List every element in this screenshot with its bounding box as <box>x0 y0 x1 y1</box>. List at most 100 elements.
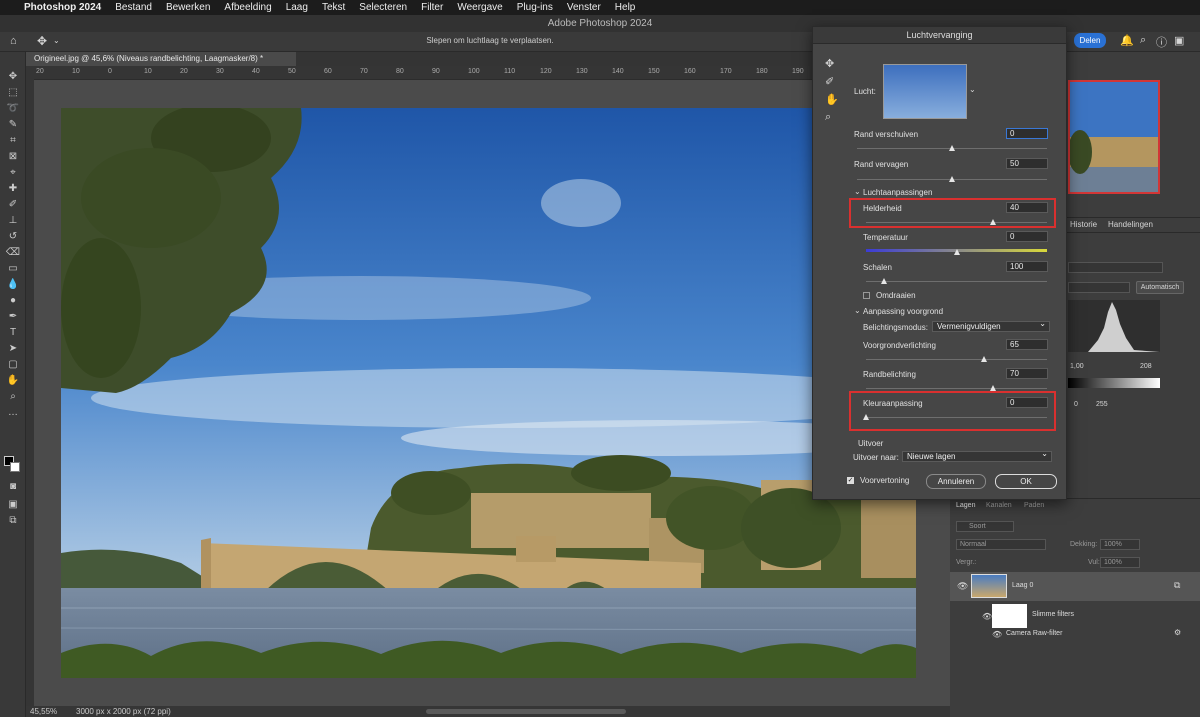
ok-button[interactable]: OK <box>995 474 1057 489</box>
screen-mode-icon[interactable]: ▣ <box>5 498 21 512</box>
home-icon[interactable]: ⌂ <box>10 35 17 47</box>
fill-field[interactable]: 100% <box>1100 557 1140 568</box>
sky-move-tool-icon[interactable]: ✥ <box>825 57 834 70</box>
bell-icon[interactable]: 🔔 <box>1120 34 1134 47</box>
layer-name[interactable]: Laag 0 <box>1012 582 1033 589</box>
foreground-lighting-field[interactable]: 65 <box>1006 339 1048 350</box>
blend-mode-select[interactable]: Normaal <box>956 539 1046 550</box>
frame-tool-icon[interactable]: ⊠ <box>5 150 21 164</box>
collapse-chevron-icon[interactable]: ⌄ <box>854 187 861 196</box>
artboard-icon[interactable]: ⧉ <box>5 514 21 528</box>
eyedropper-icon[interactable]: ⌖ <box>5 166 21 180</box>
eye-icon[interactable]: 👁 <box>957 581 968 592</box>
eye-icon[interactable]: 👁 <box>982 612 992 621</box>
document-tab[interactable]: Origineel.jpg @ 45,6% (Niveaus randbelic… <box>26 52 296 66</box>
blur-tool-icon[interactable]: 💧 <box>5 278 21 292</box>
menu-weergave[interactable]: Weergave <box>457 2 502 13</box>
filter-options-icon[interactable]: ⚙ <box>1174 628 1181 637</box>
sky-brush-tool-icon[interactable]: ✐ <box>825 75 834 88</box>
move-tool-icon[interactable]: ✥ <box>5 70 21 84</box>
healing-brush-icon[interactable]: ✚ <box>5 182 21 196</box>
layer-search[interactable]: Soort <box>956 521 1014 532</box>
menu-venster[interactable]: Venster <box>567 2 601 13</box>
flip-checkbox[interactable] <box>863 292 870 299</box>
gradient-tool-icon[interactable]: ▭ <box>5 262 21 276</box>
menu-bewerken[interactable]: Bewerken <box>166 2 210 13</box>
menu-laag[interactable]: Laag <box>286 2 308 13</box>
shape-tool-icon[interactable]: ▢ <box>5 358 21 372</box>
quick-mask-icon[interactable]: ◙ <box>5 480 21 494</box>
zoom-tool-icon[interactable]: ⌕ <box>825 111 831 124</box>
tab-paden[interactable]: Paden <box>1024 502 1044 509</box>
background-color-swatch[interactable] <box>10 462 20 472</box>
share-button[interactable]: Delen <box>1074 33 1106 48</box>
workspace-icon[interactable]: ▣ <box>1174 34 1184 47</box>
menu-plug-ins[interactable]: Plug-ins <box>517 2 553 13</box>
menu-selecteren[interactable]: Selecteren <box>359 2 407 13</box>
hand-tool-icon[interactable]: ✋ <box>825 93 839 106</box>
move-tool-icon[interactable]: ✥ <box>37 34 47 48</box>
chevron-down-icon[interactable]: ⌄ <box>53 36 60 45</box>
navigator-thumbnail[interactable] <box>1068 80 1160 194</box>
type-tool-icon[interactable]: T <box>5 326 21 340</box>
preset-select[interactable] <box>1068 262 1163 273</box>
shift-edge-field[interactable]: 0 <box>1006 128 1048 139</box>
menu-bestand[interactable]: Bestand <box>115 2 152 13</box>
history-brush-icon[interactable]: ↺ <box>5 230 21 244</box>
smart-filters-label[interactable]: Slimme filters <box>1032 611 1074 618</box>
sky-preset-thumbnail[interactable] <box>883 64 967 119</box>
temperature-slider[interactable] <box>953 249 960 255</box>
more-tools-icon[interactable]: … <box>5 406 21 420</box>
fade-edge-slider[interactable] <box>949 176 955 182</box>
edge-lighting-field[interactable]: 70 <box>1006 368 1048 379</box>
pen-tool-icon[interactable]: ✒ <box>5 310 21 324</box>
brush-tool-icon[interactable]: ✐ <box>5 198 21 212</box>
zoom-level[interactable]: 45,55% <box>30 707 57 716</box>
foreground-heading[interactable]: Aanpassing voorgrond <box>863 307 943 316</box>
cancel-button[interactable]: Annuleren <box>926 474 986 489</box>
horizontal-scrollbar[interactable] <box>426 709 626 714</box>
document-photo[interactable] <box>61 108 916 678</box>
scale-slider[interactable] <box>881 278 888 284</box>
hand-tool-icon[interactable]: ✋ <box>5 374 21 388</box>
histogram-highlight[interactable]: 208 <box>1140 363 1152 370</box>
zoom-tool-icon[interactable]: ⌕ <box>5 390 21 404</box>
histogram-midtone[interactable]: 1,00 <box>1070 363 1084 370</box>
menu-help[interactable]: Help <box>615 2 636 13</box>
sky-adjustments-heading[interactable]: Luchtaanpassingen <box>863 188 932 197</box>
menu-tekst[interactable]: Tekst <box>322 2 345 13</box>
output-to-select[interactable]: Nieuwe lagen <box>902 449 1052 462</box>
filter-mask-thumbnail[interactable] <box>992 604 1027 628</box>
tab-lagen[interactable]: Lagen <box>956 502 975 509</box>
eraser-tool-icon[interactable]: ⌫ <box>5 246 21 260</box>
temperature-field[interactable]: 0 <box>1006 231 1048 242</box>
opacity-field[interactable]: 100% <box>1100 539 1140 550</box>
menu-afbeelding[interactable]: Afbeelding <box>224 2 271 13</box>
quick-select-icon[interactable]: ✎ <box>5 118 21 132</box>
foreground-lighting-slider[interactable] <box>980 356 987 362</box>
tab-kanalen[interactable]: Kanalen <box>986 502 1012 509</box>
path-select-icon[interactable]: ➤ <box>5 342 21 356</box>
stamp-tool-icon[interactable]: ⊥ <box>5 214 21 228</box>
marquee-tool-icon[interactable]: ⬚ <box>5 86 21 100</box>
lighting-mode-select[interactable]: Vermenigvuldigen <box>932 319 1050 332</box>
camera-raw-filter-label[interactable]: Camera Raw-filter <box>1006 630 1062 637</box>
lasso-tool-icon[interactable]: ➰ <box>5 102 21 116</box>
layer-row[interactable]: 👁 Laag 0 ⧉ <box>950 572 1200 601</box>
preview-checkbox[interactable]: ✓ <box>847 477 854 484</box>
output-min[interactable]: 0 <box>1074 401 1078 408</box>
menu-filter[interactable]: Filter <box>421 2 443 13</box>
channel-select[interactable] <box>1068 282 1130 293</box>
search-icon[interactable]: ⌕ <box>1140 34 1146 47</box>
eye-icon[interactable]: 👁 <box>992 630 1002 639</box>
shift-edge-slider[interactable] <box>949 145 955 151</box>
output-max[interactable]: 255 <box>1096 401 1108 408</box>
tab-historie[interactable]: Historie <box>1070 220 1097 229</box>
crop-tool-icon[interactable]: ⌗ <box>5 134 21 148</box>
collapse-chevron-icon[interactable]: ⌄ <box>854 306 861 315</box>
fade-edge-field[interactable]: 50 <box>1006 158 1048 169</box>
auto-button[interactable]: Automatisch <box>1136 281 1184 294</box>
tab-handelingen[interactable]: Handelingen <box>1108 220 1153 229</box>
scale-field[interactable]: 100 <box>1006 261 1048 272</box>
app-menu[interactable]: Photoshop 2024 <box>24 2 101 13</box>
